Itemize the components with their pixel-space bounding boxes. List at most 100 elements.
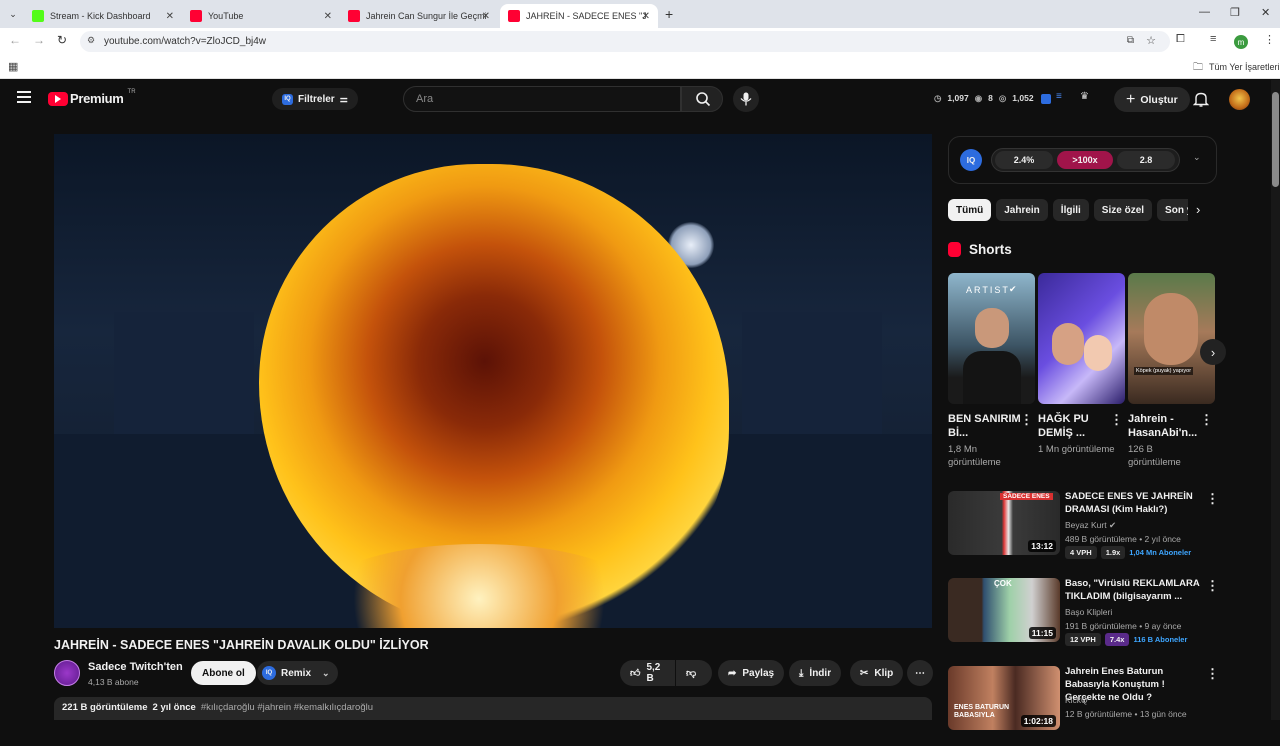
rec-thumbnail[interactable]: SADECE ENES 13:12 bbox=[948, 491, 1060, 555]
tab-title: Stream - Kick Dashboard bbox=[50, 11, 151, 21]
profile-avatar[interactable]: m bbox=[1234, 35, 1248, 49]
bell-icon[interactable] bbox=[1193, 91, 1209, 108]
youtube-favicon-icon bbox=[190, 10, 202, 22]
more-vertical-icon[interactable]: ⋮ bbox=[1200, 412, 1213, 428]
short-thumbnail[interactable]: ARTIST ✔ bbox=[948, 273, 1035, 404]
short-item[interactable]: ARTIST ✔ BEN SANIRIM Bİ... 1,8 Mn görünt… bbox=[948, 273, 1035, 469]
clip-button[interactable]: ✂ Klip bbox=[850, 660, 904, 686]
tab-jahrein-can-sungur[interactable]: Jahrein Can Sungur İle Geçmişi ✕ bbox=[340, 4, 498, 28]
short-item[interactable]: Köpek (puyak) yapıyor Jahrein - HasanAbi… bbox=[1128, 273, 1215, 469]
tab-current-video[interactable]: JAHREİN - SADECE ENES "JAHR ✕ bbox=[500, 4, 658, 28]
description-box[interactable]: 221 B görüntüleme 2 yıl önce #kılıçdaroğ… bbox=[54, 697, 932, 720]
channel-avatar[interactable] bbox=[54, 660, 80, 686]
rec-title[interactable]: SADECE ENES VE JAHREİN DRAMASI (Kim Hakl… bbox=[1065, 490, 1200, 516]
page-scrollbar[interactable] bbox=[1271, 80, 1280, 720]
search-input[interactable]: Ara bbox=[403, 86, 681, 112]
more-vertical-icon[interactable]: ⋮ bbox=[1206, 578, 1219, 594]
short-thumbnail[interactable]: Köpek (puyak) yapıyor bbox=[1128, 273, 1215, 404]
chevron-down-icon[interactable]: ⌄ bbox=[1193, 152, 1201, 163]
region-code: TR bbox=[127, 88, 136, 95]
short-overlay-text: ARTIST bbox=[966, 285, 1010, 295]
rec-thumbnail[interactable]: ENES BATURUN BABASIYLA 1:02:18 bbox=[948, 666, 1060, 730]
create-button[interactable]: + Oluştur bbox=[1114, 87, 1190, 112]
chip-related[interactable]: İlgili bbox=[1052, 199, 1089, 221]
short-title[interactable]: BEN SANIRIM Bİ... bbox=[948, 412, 1022, 440]
apps-grid-icon[interactable]: ▦ bbox=[8, 60, 18, 73]
tab-youtube[interactable]: YouTube ✕ bbox=[182, 4, 340, 28]
all-bookmarks-link[interactable]: Tüm Yer İşaretleri bbox=[1209, 62, 1280, 72]
video-player[interactable] bbox=[54, 134, 932, 628]
filters-button[interactable]: IQ Filtreler ⚌ bbox=[272, 88, 358, 110]
list-icon[interactable]: ≡ bbox=[1056, 91, 1062, 102]
shorts-next-button[interactable]: › bbox=[1200, 339, 1226, 365]
rec-channel[interactable]: Başo Klipleri bbox=[1065, 607, 1112, 617]
voice-search-button[interactable] bbox=[733, 86, 759, 112]
remix-button[interactable]: IQ Remix ⌄ bbox=[257, 661, 338, 685]
close-icon[interactable]: ✕ bbox=[324, 11, 332, 22]
new-tab-plus-icon[interactable]: + bbox=[665, 6, 673, 22]
dislike-button[interactable]: 👎︎ bbox=[676, 660, 712, 686]
channel-name[interactable]: Sadece Twitch'ten bbox=[88, 661, 183, 673]
scrollbar-thumb[interactable] bbox=[1272, 92, 1279, 187]
iq-metrics-panel: IQ 2.4% >100x 2.8 ⌄ bbox=[948, 136, 1217, 184]
stat-views: 1,097 bbox=[947, 93, 969, 103]
more-vertical-icon[interactable]: ⋮ bbox=[1110, 412, 1123, 428]
address-row: ← → ↻ ⚙ youtube.com/watch?v=ZloJCD_bj4w … bbox=[0, 28, 1280, 55]
share-button[interactable]: ➦ Paylaş bbox=[718, 660, 785, 686]
rec-thumbnail[interactable]: ÇOK 11:15 bbox=[948, 578, 1060, 642]
chip-recent[interactable]: Son yü bbox=[1157, 199, 1188, 221]
forward-icon[interactable]: → bbox=[33, 33, 45, 47]
close-window-icon[interactable]: ✕ bbox=[1261, 6, 1270, 19]
chip-for-you[interactable]: Size özel bbox=[1093, 199, 1153, 221]
more-vertical-icon[interactable]: ⋮ bbox=[1206, 491, 1219, 507]
remix-label: Remix bbox=[281, 667, 312, 679]
download-button[interactable]: ⤓ İndir bbox=[789, 660, 842, 686]
chip-jahrein[interactable]: Jahrein bbox=[996, 199, 1048, 221]
install-app-icon[interactable]: ⧉ bbox=[1127, 35, 1134, 46]
recommendation-item[interactable]: SADECE ENES 13:12 SADECE ENES VE JAHREİN… bbox=[948, 491, 1248, 571]
site-info-icon[interactable]: ⚙ bbox=[87, 35, 95, 46]
tab-search-icon[interactable]: ⌄ bbox=[6, 7, 20, 21]
media-control-icon[interactable]: ≡ bbox=[1210, 33, 1216, 45]
browser-menu-icon[interactable]: ⋮ bbox=[1264, 33, 1275, 46]
close-icon[interactable]: ✕ bbox=[642, 11, 650, 22]
chip-all[interactable]: Tümü bbox=[948, 199, 992, 221]
recommendation-item[interactable]: ÇOK 11:15 Baso, "Virüslü REKLAMLARA TIKL… bbox=[948, 578, 1248, 658]
youtube-page: Premium TR IQ Filtreler ⚌ Ara ◷ 1,097 ◉ 8 … bbox=[0, 80, 1280, 730]
recommendation-item[interactable]: ENES BATURUN BABASIYLA 1:02:18 Jahrein E… bbox=[948, 666, 1248, 746]
shorts-title: Shorts bbox=[969, 242, 1012, 257]
short-title[interactable]: HAĞK PU DEMİŞ ... bbox=[1038, 412, 1112, 440]
rec-views: 191 B görüntüleme bbox=[1065, 621, 1137, 631]
extensions-icon[interactable]: ⧠ bbox=[1176, 33, 1185, 46]
description-hashtags[interactable]: #kılıçdaroğlu #jahrein #kemalkılıçdaroğl… bbox=[201, 702, 373, 715]
youtube-logo[interactable]: Premium TR bbox=[48, 88, 136, 106]
trophy-icon[interactable]: ♛ bbox=[1080, 91, 1089, 102]
rec-channel[interactable]: KickQ bbox=[1065, 695, 1088, 705]
more-vertical-icon[interactable]: ⋮ bbox=[1206, 666, 1219, 682]
short-item[interactable]: HAĞK PU DEMİŞ ... 1 Mn görüntüleme ⋮ bbox=[1038, 273, 1125, 456]
masthead: Premium TR IQ Filtreler ⚌ Ara ◷ 1,097 ◉ 8 … bbox=[0, 80, 1280, 120]
account-avatar[interactable] bbox=[1229, 89, 1250, 110]
short-thumbnail[interactable] bbox=[1038, 273, 1125, 404]
more-vertical-icon[interactable]: ⋮ bbox=[1020, 412, 1033, 428]
rec-title[interactable]: Baso, "Virüslü REKLAMLARA TIKLADIM (bilg… bbox=[1065, 577, 1200, 603]
hamburger-menu-icon[interactable] bbox=[17, 91, 31, 103]
address-bar[interactable]: ⚙ youtube.com/watch?v=ZloJCD_bj4w ⧉ ☆ bbox=[80, 31, 1170, 52]
minimize-icon[interactable]: — bbox=[1199, 6, 1210, 18]
reload-icon[interactable]: ↻ bbox=[57, 33, 67, 47]
iq-extension-icon[interactable] bbox=[1041, 94, 1051, 104]
restore-icon[interactable]: ❐ bbox=[1230, 6, 1240, 19]
tab-kick-dashboard[interactable]: Stream - Kick Dashboard ✕ bbox=[24, 4, 182, 28]
clip-label: Klip bbox=[874, 667, 894, 679]
chevron-right-icon[interactable]: › bbox=[1196, 202, 1200, 217]
close-icon[interactable]: ✕ bbox=[166, 11, 174, 22]
close-icon[interactable]: ✕ bbox=[482, 11, 490, 22]
bookmark-star-icon[interactable]: ☆ bbox=[1146, 34, 1156, 47]
back-icon[interactable]: ← bbox=[9, 33, 21, 47]
subscribe-button[interactable]: Abone ol bbox=[191, 661, 256, 685]
rec-channel[interactable]: Beyaz Kurt ✔ bbox=[1065, 520, 1116, 531]
like-button[interactable]: 👍︎ 5,2 B bbox=[620, 660, 675, 686]
more-actions-button[interactable]: ⋯ bbox=[907, 660, 933, 686]
short-title[interactable]: Jahrein - HasanAbi'n... bbox=[1128, 412, 1202, 440]
search-button[interactable] bbox=[681, 86, 723, 112]
